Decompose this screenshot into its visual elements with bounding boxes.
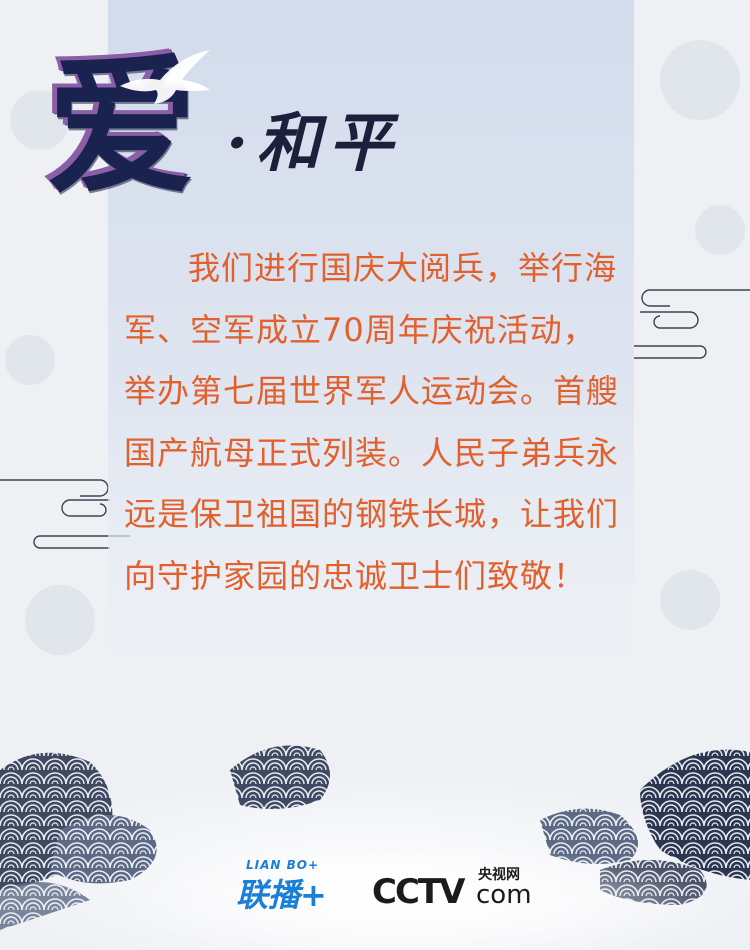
lianbo-logo-main-text: 联播+ <box>236 876 327 914</box>
dove-icon <box>120 50 210 104</box>
title-subtitle: ·和平 <box>226 106 401 181</box>
cctv-logo-com: com <box>476 880 532 910</box>
title-block: 爱 爱 ·和平 <box>40 44 420 214</box>
cctv-logo-letters: CCTV <box>372 872 465 912</box>
lianbo-logo: LIAN BO+ 联播+ <box>236 858 356 918</box>
body-paragraph: 我们进行国庆大阅兵，举行海军、空军成立70周年庆祝活动，举办第七届世界军人运动会… <box>124 249 620 595</box>
cctv-logo: CCTV 央视网 com <box>372 867 542 918</box>
